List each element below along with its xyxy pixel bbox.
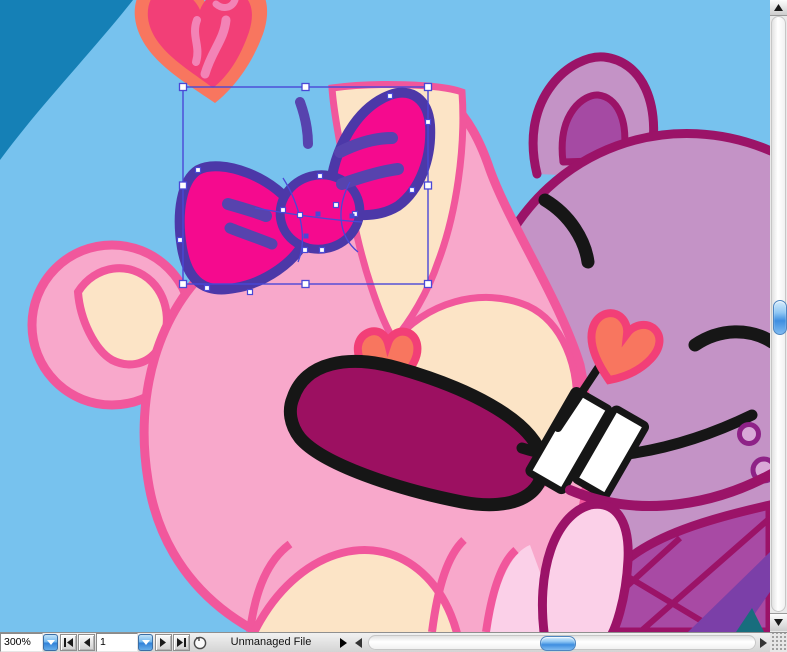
vertical-scrollbar-track[interactable] — [771, 16, 786, 612]
selection-handle[interactable] — [180, 281, 187, 288]
first-page-button[interactable] — [60, 634, 77, 651]
arrow-left-icon — [355, 638, 362, 648]
scroll-left-button[interactable] — [351, 633, 366, 652]
last-page-button[interactable] — [173, 634, 190, 651]
zoom-level-field[interactable]: 300% — [0, 633, 43, 652]
status-menu-button[interactable] — [336, 633, 350, 652]
selection-handle[interactable] — [425, 281, 432, 288]
artwork — [0, 0, 770, 632]
document-state-button[interactable] — [190, 633, 208, 652]
document-canvas[interactable] — [0, 0, 770, 632]
chevron-down-icon — [47, 640, 55, 645]
scroll-right-button[interactable] — [756, 633, 770, 652]
file-status-label[interactable]: Unmanaged File — [208, 633, 334, 652]
previous-page-icon — [83, 638, 90, 647]
vertical-scrollbar[interactable] — [770, 0, 787, 632]
vertical-scrollbar-thumb[interactable] — [773, 300, 787, 335]
scroll-down-button[interactable] — [770, 613, 787, 631]
last-page-icon — [177, 638, 186, 647]
chevron-down-icon — [142, 640, 150, 645]
cheek-circle-shape — [740, 425, 759, 444]
resize-grip[interactable] — [770, 633, 787, 652]
popup-arrow-icon — [340, 638, 347, 648]
next-page-icon — [160, 638, 167, 647]
selection-handle[interactable] — [180, 84, 187, 91]
zoom-dropdown-button[interactable] — [43, 634, 58, 651]
arrow-down-icon — [774, 619, 783, 626]
arrow-up-icon — [774, 4, 783, 11]
selection-handle[interactable] — [425, 182, 432, 189]
selection-handle[interactable] — [302, 84, 309, 91]
status-bar: 300% 1 Unmanaged File — [0, 632, 787, 652]
first-page-icon — [64, 638, 73, 647]
arrow-right-icon — [760, 638, 767, 648]
horizontal-scrollbar-thumb[interactable] — [540, 636, 576, 651]
selection-handle[interactable] — [425, 84, 432, 91]
page-dropdown-button[interactable] — [138, 634, 153, 651]
scroll-up-button[interactable] — [770, 0, 787, 16]
application-window: 300% 1 Unmanaged File — [0, 0, 787, 652]
selection-handle[interactable] — [302, 281, 309, 288]
zoom-level-value: 300% — [4, 636, 31, 648]
previous-page-button[interactable] — [78, 634, 95, 651]
document-state-icon — [192, 635, 207, 650]
next-page-button[interactable] — [155, 634, 172, 651]
page-number-field[interactable]: 1 — [96, 633, 138, 652]
page-number-value: 1 — [100, 636, 106, 648]
selection-handle[interactable] — [180, 182, 187, 189]
horizontal-scrollbar-track[interactable] — [368, 635, 756, 650]
